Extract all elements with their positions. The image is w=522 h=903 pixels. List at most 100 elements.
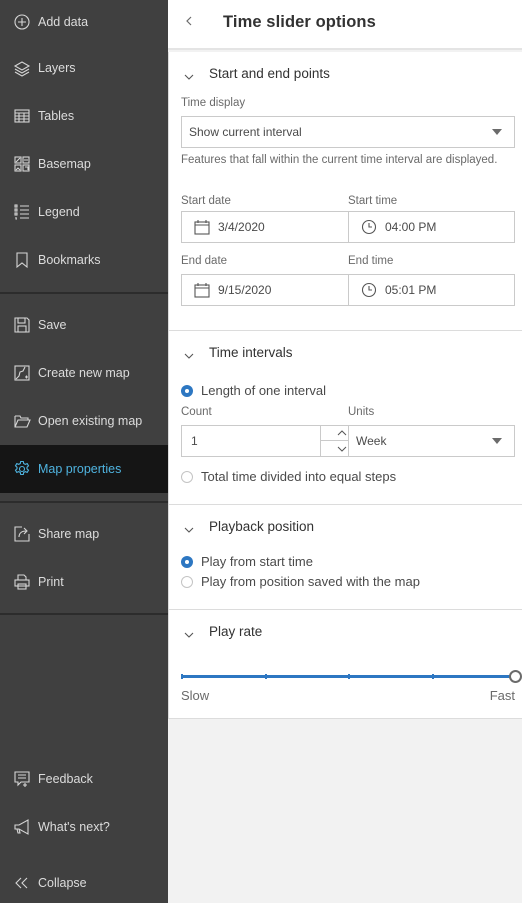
calendar-icon xyxy=(194,219,210,235)
chevron-down-icon xyxy=(337,446,346,452)
gear-icon xyxy=(13,460,31,478)
time-slider-options-panel: Time slider options Start and end points… xyxy=(168,0,522,903)
feedback-icon xyxy=(13,770,31,788)
sidebar-item-whats-next[interactable]: What's next? xyxy=(0,805,168,849)
collapse-label: Collapse xyxy=(38,876,87,890)
radio-label: Length of one interval xyxy=(201,383,327,398)
fast-label: Fast xyxy=(489,688,515,703)
play-rate-slider[interactable] xyxy=(181,670,522,684)
time-display-select[interactable]: Show current interval xyxy=(181,116,515,148)
sidebar-item-print[interactable]: Print xyxy=(0,560,168,604)
radio-label: Total time divided into equal steps xyxy=(201,469,397,484)
section-header-time-intervals[interactable]: Time intervals xyxy=(169,331,522,361)
sidebar-item-layers[interactable]: Layers xyxy=(0,46,168,90)
section-title: Playback position xyxy=(209,519,315,534)
app: Add data Layers Tables Basemap Legend Bo… xyxy=(0,0,522,903)
time-display-value: Show current interval xyxy=(189,125,302,139)
chevron-down-icon xyxy=(184,520,194,533)
sidebar-divider xyxy=(0,292,168,294)
section-playback-position: Playback position Play from start time P… xyxy=(168,505,522,610)
sidebar-item-label: Open existing map xyxy=(38,414,143,428)
sidebar-item-label: Create new map xyxy=(38,366,130,380)
panel-header: Time slider options xyxy=(168,0,522,50)
section-time-intervals: Time intervals Length of one interval Co… xyxy=(168,331,522,505)
collapse-button[interactable]: Collapse xyxy=(0,861,168,903)
radio-play-from-start[interactable]: Play from start time xyxy=(181,554,313,569)
sidebar-item-bookmarks[interactable]: Bookmarks xyxy=(0,238,168,282)
end-time-input[interactable]: 05:01 PM xyxy=(348,274,515,306)
slider-tick xyxy=(264,674,267,679)
radio-total-time-equal-steps[interactable]: Total time divided into equal steps xyxy=(181,469,396,484)
end-date-label: End date xyxy=(181,255,228,267)
sidebar-item-open-existing-map[interactable]: Open existing map xyxy=(0,399,168,443)
sidebar-item-add-data[interactable]: Add data xyxy=(0,0,168,44)
sidebar-item-share-map[interactable]: Share map xyxy=(0,512,168,556)
end-date-input[interactable]: 9/15/2020 xyxy=(181,274,349,306)
sidebar-item-tables[interactable]: Tables xyxy=(0,94,168,138)
radio-play-from-saved-position[interactable]: Play from position saved with the map xyxy=(181,574,420,589)
time-display-label: Time display xyxy=(181,97,246,109)
chevron-down-icon xyxy=(184,67,194,80)
sidebar: Add data Layers Tables Basemap Legend Bo… xyxy=(0,0,168,903)
sidebar-item-label: Layers xyxy=(38,61,76,75)
folder-open-icon xyxy=(13,412,31,430)
print-icon xyxy=(13,573,31,591)
chevron-left-icon xyxy=(186,16,192,26)
section-header-playback[interactable]: Playback position xyxy=(169,505,522,535)
radio-length-of-one-interval[interactable]: Length of one interval xyxy=(181,383,326,398)
clock-icon xyxy=(361,219,377,235)
calendar-icon xyxy=(194,282,210,298)
start-time-label: Start time xyxy=(348,195,398,207)
share-icon xyxy=(13,525,31,543)
start-date-value: 3/4/2020 xyxy=(218,220,265,234)
chevron-down-icon xyxy=(184,346,194,359)
slider-tick xyxy=(431,674,434,679)
basemap-icon xyxy=(13,155,31,173)
sidebar-item-label: Add data xyxy=(38,15,89,29)
start-date-input[interactable]: 3/4/2020 xyxy=(181,211,349,243)
units-select[interactable]: Week xyxy=(348,425,515,457)
back-button[interactable] xyxy=(184,14,200,32)
radio-selected-indicator xyxy=(181,555,193,568)
sidebar-item-map-properties[interactable]: Map properties xyxy=(0,445,168,493)
end-time-value: 05:01 PM xyxy=(385,283,437,297)
sidebar-divider xyxy=(0,613,168,615)
layers-icon xyxy=(13,59,31,77)
units-value: Week xyxy=(356,434,387,448)
start-date-label: Start date xyxy=(181,195,231,207)
start-time-value: 04:00 PM xyxy=(385,220,437,234)
section-header-start-end[interactable]: Start and end points xyxy=(169,52,522,82)
radio-unselected-indicator xyxy=(181,575,193,588)
count-label: Count xyxy=(181,406,212,418)
panel-title: Time slider options xyxy=(223,13,376,31)
sidebar-item-create-new-map[interactable]: Create new map xyxy=(0,351,168,395)
chevron-down-icon xyxy=(184,625,194,638)
sidebar-item-label: Basemap xyxy=(38,157,91,171)
sidebar-item-feedback[interactable]: Feedback xyxy=(0,757,168,801)
clock-icon xyxy=(361,282,377,298)
sidebar-item-label: Share map xyxy=(38,527,100,541)
count-input[interactable]: 1 xyxy=(181,425,362,457)
sidebar-divider xyxy=(0,501,168,503)
caret-down-icon xyxy=(492,438,502,444)
double-chevron-left-icon xyxy=(13,874,31,892)
legend-icon xyxy=(13,203,31,221)
count-value: 1 xyxy=(191,434,198,448)
radio-label: Play from position saved with the map xyxy=(201,574,420,589)
section-title: Time intervals xyxy=(209,345,293,360)
plus-circle-icon xyxy=(13,13,31,31)
sidebar-item-label: Print xyxy=(38,575,64,589)
sidebar-item-save[interactable]: Save xyxy=(0,303,168,347)
sidebar-item-legend[interactable]: Legend xyxy=(0,190,168,234)
slow-label: Slow xyxy=(181,688,210,703)
bookmark-icon xyxy=(13,251,31,269)
sidebar-item-label: Tables xyxy=(38,109,75,123)
sidebar-item-basemap[interactable]: Basemap xyxy=(0,142,168,186)
section-header-play-rate[interactable]: Play rate xyxy=(169,610,522,640)
caret-down-icon xyxy=(492,129,502,135)
chevron-up-icon xyxy=(337,430,346,436)
section-play-rate: Play rate Slow Fast xyxy=(168,610,522,719)
start-time-input[interactable]: 04:00 PM xyxy=(348,211,515,243)
slider-thumb[interactable] xyxy=(509,670,522,683)
radio-label: Play from start time xyxy=(201,554,313,569)
